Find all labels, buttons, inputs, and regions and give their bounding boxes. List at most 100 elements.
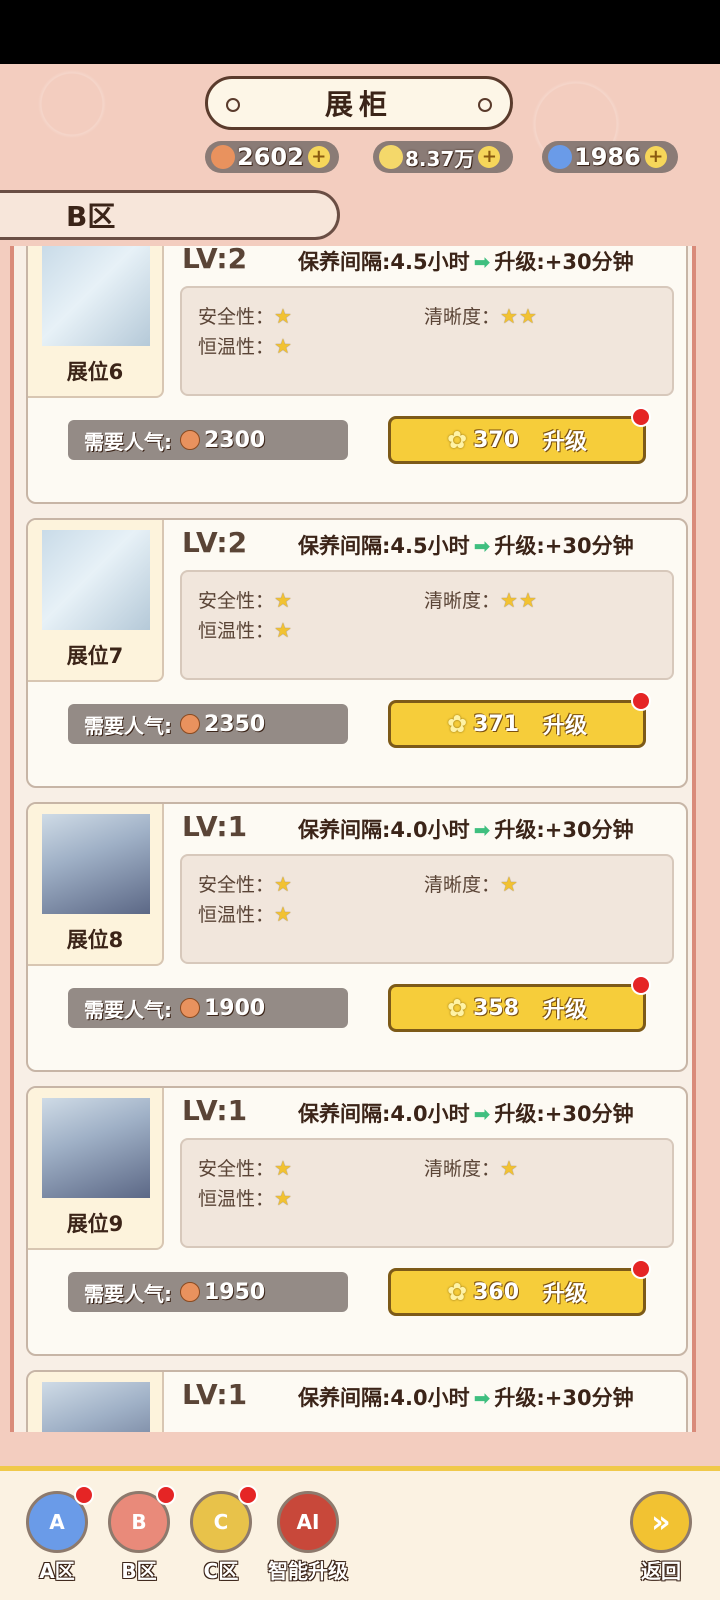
flower-coin-icon: ✿ — [446, 994, 468, 1022]
stats-box: 安全性：★ 清晰度：★ 恒温性：★ — [180, 1138, 674, 1248]
zone-header: B区 — [0, 190, 340, 240]
notification-dot — [156, 1485, 176, 1505]
upgrade-bonus: 升级:+30分钟 — [494, 818, 634, 842]
display-case-image — [42, 1382, 150, 1432]
upgrade-cost: 358 — [473, 995, 520, 1021]
star-icon: ★★ — [500, 304, 538, 328]
nav-zone-a[interactable]: A A区 — [24, 1485, 94, 1584]
showcase-screen: 展柜 2602 + 8.37万 + 1986 + B区 展位6 LV:2 保养间… — [0, 64, 720, 1600]
status-bar — [0, 0, 720, 64]
booth-thumbnail[interactable]: 展位8 — [28, 804, 164, 966]
stats-box: 安全性：★ 清晰度：★★ 恒温性：★ — [180, 286, 674, 396]
safety-label: 安全性： — [198, 1158, 275, 1180]
required-label: 需要人气: — [84, 429, 172, 454]
star-icon: ★ — [274, 618, 293, 642]
booth-thumbnail[interactable]: 展位9 — [28, 1088, 164, 1250]
title-banner: 展柜 — [205, 76, 513, 130]
booth-thumbnail[interactable]: 展位6 — [28, 246, 164, 398]
back-button[interactable]: » 返回 — [628, 1491, 694, 1584]
ai-icon: AI — [277, 1491, 339, 1553]
maintenance-interval: 保养间隔:4.0小时 — [298, 818, 470, 842]
banner-dot-left — [226, 98, 240, 112]
arrow-right-icon: ➡ — [473, 1102, 491, 1126]
safety-stat: 安全性：★ — [198, 302, 293, 329]
temperature-stat: 恒温性：★ — [198, 332, 293, 359]
resource-flower-coin[interactable]: 8.37万 + — [373, 141, 513, 173]
temperature-label: 恒温性： — [198, 620, 275, 642]
maintenance-info: 保养间隔:4.0小时 ➡ 升级:+30分钟 — [298, 814, 634, 844]
notification-dot — [238, 1485, 258, 1505]
booth-thumbnail[interactable]: 展位7 — [28, 520, 164, 682]
star-icon: ★ — [274, 1156, 293, 1180]
add-icon[interactable]: + — [478, 146, 501, 168]
star-icon: ★ — [274, 872, 293, 896]
booth-card: 展位9 LV:1 保养间隔:4.0小时 ➡ 升级:+30分钟 安全性：★ 清晰度：★… — [26, 1086, 688, 1356]
required-label: 需要人气: — [84, 997, 172, 1022]
upgrade-bonus: 升级:+30分钟 — [494, 250, 634, 274]
add-icon[interactable]: + — [307, 146, 330, 168]
booth-level: LV:1 — [182, 810, 248, 843]
upgrade-button[interactable]: ✿ 370 升级 — [388, 407, 651, 464]
clarity-label: 清晰度： — [424, 306, 501, 328]
temperature-label: 恒温性： — [198, 904, 275, 926]
resource-gem[interactable]: 1986 + — [542, 141, 678, 173]
nav-smart-upgrade[interactable]: AI 智能升级 — [268, 1491, 348, 1584]
required-value: 1950 — [204, 1279, 266, 1305]
maintenance-info: 保养间隔:4.0小时 ➡ 升级:+30分钟 — [298, 1382, 634, 1412]
upgrade-bonus: 升级:+30分钟 — [494, 1386, 634, 1410]
star-icon: ★ — [274, 588, 293, 612]
display-case-image — [42, 246, 150, 346]
upgrade-button[interactable]: ✿ 358 升级 — [388, 975, 651, 1032]
upgrade-cost: 360 — [473, 1279, 520, 1305]
booth-name: 展位7 — [66, 644, 124, 668]
maintenance-interval: 保养间隔:4.0小时 — [298, 1386, 470, 1410]
temperature-stat: 恒温性：★ — [198, 900, 293, 927]
required-label: 需要人气: — [84, 713, 172, 738]
zone-title: B区 — [66, 200, 116, 233]
nav-label: A区 — [39, 1559, 75, 1583]
star-icon: ★ — [500, 1156, 519, 1180]
upgrade-label: 升级 — [543, 998, 588, 1023]
nav-label: C区 — [203, 1559, 239, 1583]
upgrade-bonus: 升级:+30分钟 — [494, 534, 634, 558]
safety-label: 安全性： — [198, 590, 275, 612]
maintenance-interval: 保养间隔:4.0小时 — [298, 1102, 470, 1126]
maintenance-info: 保养间隔:4.0小时 ➡ 升级:+30分钟 — [298, 1098, 634, 1128]
booth-name: 展位6 — [66, 360, 124, 384]
upgrade-bonus: 升级:+30分钟 — [494, 1102, 634, 1126]
booth-name: 展位9 — [66, 1212, 124, 1236]
arrow-right-icon: ➡ — [473, 818, 491, 842]
nav-zone-c[interactable]: C C区 — [188, 1485, 258, 1584]
star-icon: ★ — [274, 1186, 293, 1210]
booth-name: 展位8 — [66, 928, 124, 952]
booth-list[interactable]: 展位6 LV:2 保养间隔:4.5小时 ➡ 升级:+30分钟 安全性：★ 清晰度：★… — [10, 246, 696, 1432]
booth-level: LV:2 — [182, 246, 248, 275]
booth-thumbnail[interactable] — [28, 1372, 164, 1432]
booth-card: 展位7 LV:2 保养间隔:4.5小时 ➡ 升级:+30分钟 安全性：★ 清晰度：★… — [26, 518, 688, 788]
nav-label: 返回 — [641, 1559, 681, 1583]
banner-dot-right — [478, 98, 492, 112]
page-title: 展柜 — [324, 88, 393, 121]
upgrade-button[interactable]: ✿ 360 升级 — [388, 1259, 651, 1316]
resource-value: 8.37万 — [405, 146, 475, 171]
popularity-pin-icon — [180, 430, 200, 450]
add-icon[interactable]: + — [644, 146, 667, 168]
temperature-stat: 恒温性：★ — [198, 1184, 293, 1211]
notification-dot — [631, 975, 651, 995]
back-arrow-icon: » — [630, 1491, 692, 1553]
safety-stat: 安全性：★ — [198, 1154, 293, 1181]
maintenance-info: 保养间隔:4.5小时 ➡ 升级:+30分钟 — [298, 530, 634, 560]
clarity-stat: 清晰度：★ — [424, 870, 519, 897]
safety-label: 安全性： — [198, 874, 275, 896]
popularity-pin-icon — [211, 145, 235, 169]
clarity-label: 清晰度： — [424, 1158, 501, 1180]
upgrade-button[interactable]: ✿ 371 升级 — [388, 691, 651, 748]
nav-zone-b[interactable]: B B区 — [106, 1485, 176, 1584]
star-icon: ★ — [274, 334, 293, 358]
required-popularity: 需要人气: 2300 — [68, 420, 348, 460]
flower-coin-icon — [379, 145, 403, 169]
star-icon: ★ — [274, 902, 293, 926]
required-popularity: 需要人气: 1950 — [68, 1272, 348, 1312]
resource-popularity[interactable]: 2602 + — [205, 141, 339, 173]
temperature-label: 恒温性： — [198, 1188, 275, 1210]
